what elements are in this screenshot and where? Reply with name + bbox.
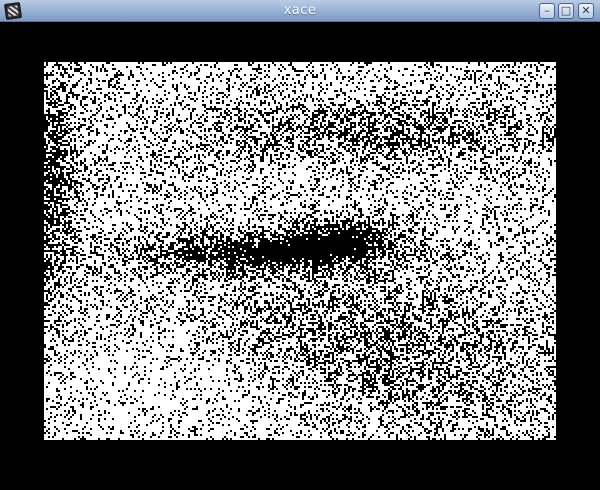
- title-bar[interactable]: xace – □ ✕: [0, 0, 600, 22]
- maximize-icon: □: [560, 4, 572, 17]
- dithered-eye-image: [44, 62, 556, 440]
- emulator-window: xace – □ ✕: [0, 0, 600, 490]
- minimize-button[interactable]: –: [539, 3, 555, 19]
- maximize-button[interactable]: □: [558, 3, 574, 19]
- minimize-icon: –: [544, 4, 550, 17]
- window-title: xace: [283, 3, 317, 18]
- close-icon: ✕: [581, 4, 591, 17]
- close-button[interactable]: ✕: [578, 3, 594, 19]
- emulator-display[interactable]: [44, 62, 556, 440]
